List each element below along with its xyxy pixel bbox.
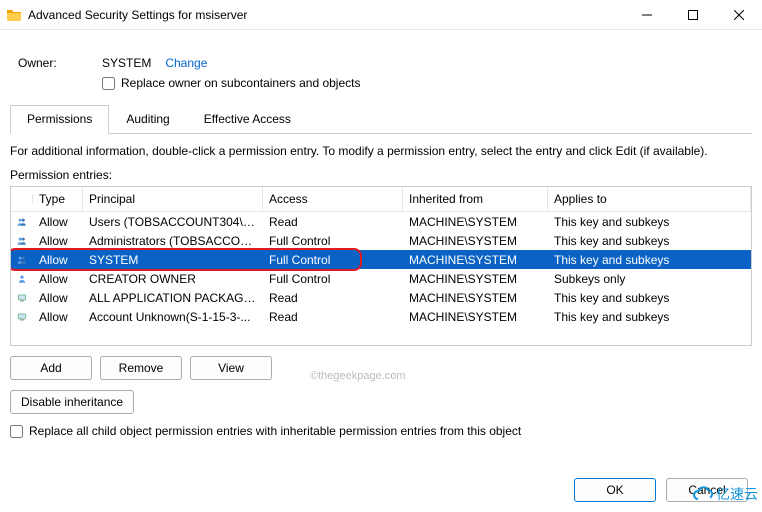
column-applies[interactable]: Applies to <box>548 187 751 211</box>
tab-auditing[interactable]: Auditing <box>109 105 186 134</box>
cell-principal: Users (TOBSACCOUNT304\Us... <box>83 213 263 231</box>
replace-all-label: Replace all child object permission entr… <box>29 424 521 438</box>
entries-label: Permission entries: <box>10 168 752 182</box>
replace-owner-label: Replace owner on subcontainers and objec… <box>121 76 360 90</box>
table-row[interactable]: AllowCREATOR OWNERFull ControlMACHINE\SY… <box>11 269 751 288</box>
cell-applies: This key and subkeys <box>548 251 751 269</box>
table-row[interactable]: AllowALL APPLICATION PACKAGESReadMACHINE… <box>11 288 751 307</box>
folder-icon <box>6 7 22 23</box>
column-type[interactable]: Type <box>33 187 83 211</box>
table-row[interactable]: AllowSYSTEMFull ControlMACHINE\SYSTEMThi… <box>11 250 751 269</box>
grid-header: Type Principal Access Inherited from App… <box>11 187 751 212</box>
content-panel: Owner: SYSTEM Change Replace owner on su… <box>0 30 762 448</box>
disable-inheritance-button[interactable]: Disable inheritance <box>10 390 134 414</box>
cell-inherited: MACHINE\SYSTEM <box>403 289 548 307</box>
replace-all-checkbox[interactable] <box>10 425 23 438</box>
cell-principal: Administrators (TOBSACCOU... <box>83 232 263 250</box>
cell-inherited: MACHINE\SYSTEM <box>403 213 548 231</box>
principal-icon <box>11 270 33 288</box>
minimize-button[interactable] <box>624 0 670 30</box>
cell-access: Read <box>263 213 403 231</box>
cell-access: Full Control <box>263 232 403 250</box>
owner-label: Owner: <box>18 56 102 70</box>
cell-principal: Account Unknown(S-1-15-3-... <box>83 308 263 326</box>
replace-all-row[interactable]: Replace all child object permission entr… <box>10 424 752 438</box>
column-access[interactable]: Access <box>263 187 403 211</box>
tab-permissions[interactable]: Permissions <box>10 105 109 134</box>
owner-name: SYSTEM <box>102 56 151 70</box>
cell-inherited: MACHINE\SYSTEM <box>403 308 548 326</box>
cell-type: Allow <box>33 289 83 307</box>
cell-type: Allow <box>33 213 83 231</box>
cell-access: Full Control <box>263 270 403 288</box>
table-row[interactable]: AllowUsers (TOBSACCOUNT304\Us...ReadMACH… <box>11 212 751 231</box>
cell-inherited: MACHINE\SYSTEM <box>403 270 548 288</box>
brand-watermark: 亿速云 <box>692 484 758 504</box>
cell-type: Allow <box>33 251 83 269</box>
table-row[interactable]: AllowAccount Unknown(S-1-15-3-...ReadMAC… <box>11 307 751 326</box>
principal-icon <box>11 308 33 326</box>
owner-row: Owner: SYSTEM Change <box>18 56 752 70</box>
cell-principal: ALL APPLICATION PACKAGES <box>83 289 263 307</box>
permission-grid[interactable]: Type Principal Access Inherited from App… <box>10 186 752 346</box>
inheritance-row: Disable inheritance <box>10 390 752 414</box>
cell-type: Allow <box>33 232 83 250</box>
principal-icon <box>11 251 33 269</box>
cell-inherited: MACHINE\SYSTEM <box>403 232 548 250</box>
cell-type: Allow <box>33 308 83 326</box>
add-button[interactable]: Add <box>10 356 92 380</box>
cell-principal: CREATOR OWNER <box>83 270 263 288</box>
principal-icon <box>11 289 33 307</box>
tab-bar: Permissions Auditing Effective Access <box>10 104 752 134</box>
column-inherited[interactable]: Inherited from <box>403 187 548 211</box>
cloud-icon <box>692 485 714 503</box>
cell-applies: Subkeys only <box>548 270 751 288</box>
column-principal[interactable]: Principal <box>83 187 263 211</box>
window-title: Advanced Security Settings for msiserver <box>28 8 624 22</box>
cell-applies: This key and subkeys <box>548 213 751 231</box>
change-owner-link[interactable]: Change <box>165 56 207 70</box>
view-button[interactable]: View <box>190 356 272 380</box>
entry-buttons: Add Remove View <box>10 356 752 380</box>
replace-owner-row[interactable]: Replace owner on subcontainers and objec… <box>102 76 752 90</box>
replace-owner-checkbox[interactable] <box>102 77 115 90</box>
maximize-button[interactable] <box>670 0 716 30</box>
brand-text: 亿速云 <box>716 484 758 504</box>
table-row[interactable]: AllowAdministrators (TOBSACCOU...Full Co… <box>11 231 751 250</box>
principal-icon <box>11 232 33 250</box>
cell-access: Full Control <box>263 251 403 269</box>
cell-inherited: MACHINE\SYSTEM <box>403 251 548 269</box>
cell-applies: This key and subkeys <box>548 232 751 250</box>
ok-button[interactable]: OK <box>574 478 656 502</box>
cell-access: Read <box>263 308 403 326</box>
info-text: For additional information, double-click… <box>10 144 752 158</box>
cell-access: Read <box>263 289 403 307</box>
cell-applies: This key and subkeys <box>548 289 751 307</box>
titlebar: Advanced Security Settings for msiserver <box>0 0 762 30</box>
principal-icon <box>11 213 33 231</box>
remove-button[interactable]: Remove <box>100 356 182 380</box>
tab-effective-access[interactable]: Effective Access <box>187 105 308 134</box>
close-button[interactable] <box>716 0 762 30</box>
cell-applies: This key and subkeys <box>548 308 751 326</box>
cell-principal: SYSTEM <box>83 251 263 269</box>
cell-type: Allow <box>33 270 83 288</box>
